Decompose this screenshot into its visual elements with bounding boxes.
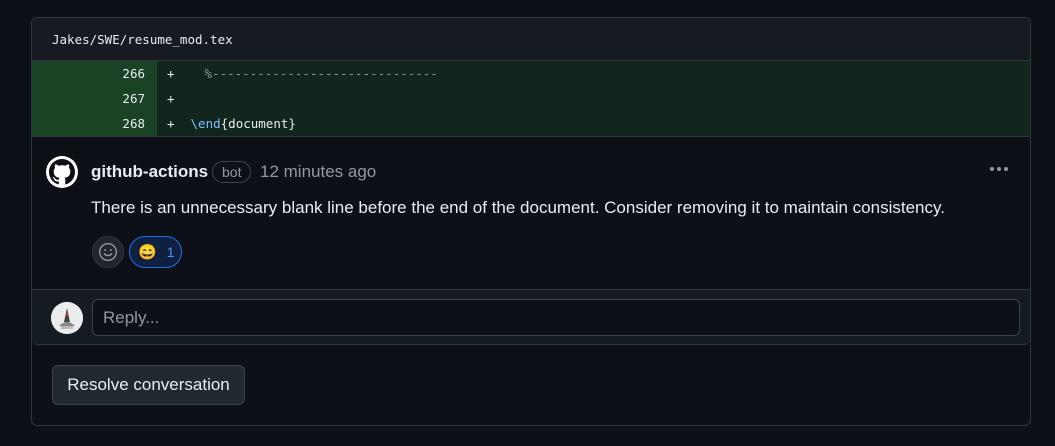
line-code: + %------------------------------	[157, 61, 1030, 86]
added-marker: +	[167, 66, 175, 81]
comment-author[interactable]: github-actions	[91, 162, 208, 182]
line-number[interactable]: 266	[32, 61, 157, 86]
user-avatar[interactable]	[51, 302, 83, 334]
smiley-icon	[98, 242, 118, 262]
bot-badge: bot	[212, 161, 252, 183]
resolve-conversation-button[interactable]: Resolve conversation	[52, 365, 245, 405]
reaction-count: 1	[166, 244, 175, 260]
reply-input[interactable]	[92, 299, 1020, 336]
code-text: {document}	[220, 116, 296, 131]
diff-line: 268 + \end {document}	[32, 111, 1030, 136]
code-keyword: \end	[190, 116, 221, 131]
reply-row	[32, 289, 1030, 344]
line-code: +	[157, 86, 1030, 111]
code-text: %------------------------------	[204, 66, 438, 81]
grinning-face-icon: 😄	[138, 244, 157, 261]
line-code: + \end {document}	[157, 111, 1030, 136]
kebab-menu-icon[interactable]	[990, 167, 1008, 171]
diff-hunk: 266 + %------------------------------ 267…	[32, 61, 1030, 136]
line-number[interactable]: 267	[32, 86, 157, 111]
comment-timestamp[interactable]: 12 minutes ago	[260, 162, 376, 182]
line-number[interactable]: 268	[32, 111, 157, 136]
diff-line: 266 + %------------------------------	[32, 61, 1030, 86]
review-comment: github-actions bot 12 minutes ago There …	[32, 136, 1030, 288]
add-reaction-button[interactable]	[92, 236, 124, 268]
review-thread-container: Jakes/SWE/resume_mod.tex 266 + %---------…	[31, 17, 1031, 426]
added-marker: +	[167, 91, 175, 106]
review-thread: Jakes/SWE/resume_mod.tex 266 + %---------…	[32, 18, 1030, 345]
file-path-header: Jakes/SWE/resume_mod.tex	[32, 18, 1030, 61]
comment-body: There is an unnecessary blank line befor…	[91, 198, 945, 217]
file-path[interactable]: Jakes/SWE/resume_mod.tex	[52, 32, 233, 47]
diff-line: 267 +	[32, 86, 1030, 111]
reaction-pill[interactable]: 😄 1	[129, 236, 182, 268]
added-marker: +	[167, 116, 175, 131]
github-logo-icon[interactable]	[46, 156, 78, 188]
